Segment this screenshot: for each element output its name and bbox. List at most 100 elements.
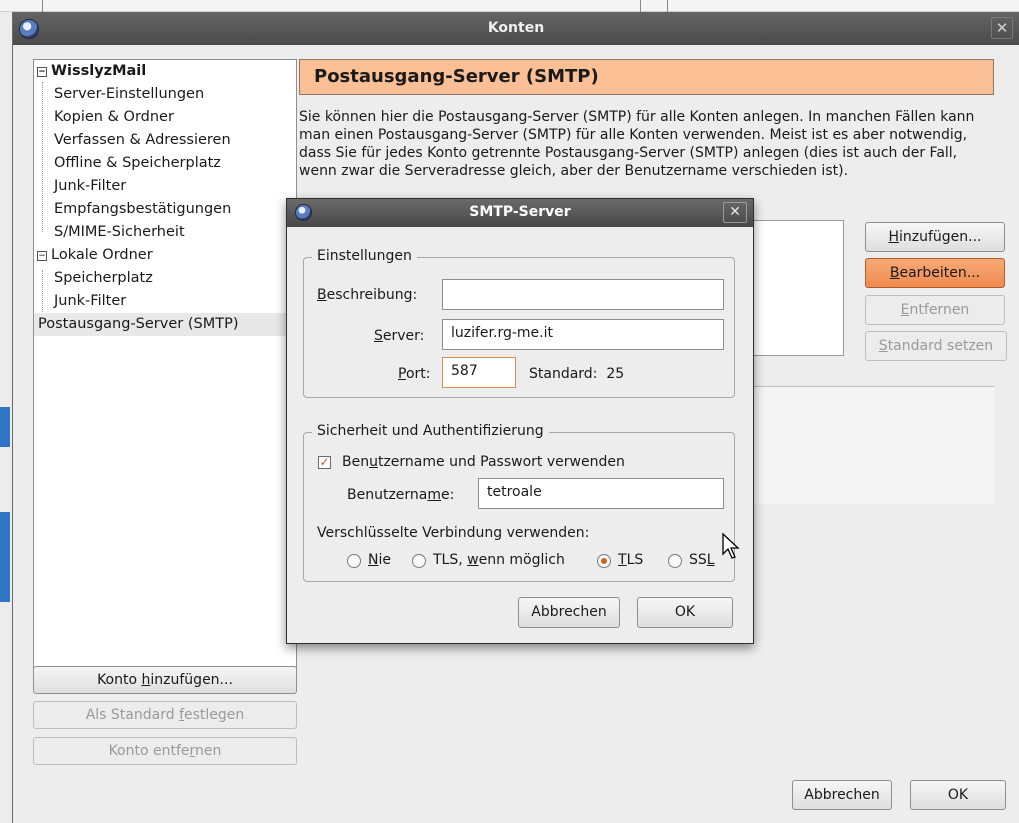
window-title: Konten: [487, 20, 545, 36]
tree-item-junk-filter-local[interactable]: Junk-Filter: [54, 290, 126, 313]
tree-item-label: Lokale Ordner: [51, 247, 153, 263]
tree-item-label: Offline & Speicherplatz: [54, 155, 221, 171]
background-window-edge: [0, 0, 1019, 12]
radio-tls-label[interactable]: TLS: [618, 552, 643, 568]
radio-ssl[interactable]: [668, 554, 682, 568]
cancel-button[interactable]: Abbrechen: [792, 780, 892, 810]
tree-item-label: Postausgang-Server (SMTP): [38, 316, 239, 332]
background-fragment: [0, 407, 10, 447]
label-text: N: [368, 552, 379, 568]
remove-account-button[interactable]: Konto entfernen: [33, 737, 297, 765]
tree-item-outgoing-server[interactable]: Postausgang-Server (SMTP): [34, 313, 296, 336]
label-text: P: [398, 366, 406, 382]
label-text: eschreibung:: [326, 287, 418, 303]
button-label: tandard setzen: [887, 338, 994, 354]
button-label: ntfernen: [909, 302, 970, 318]
panel-header: Postausgang-Server (SMTP): [299, 59, 994, 95]
tree-item-label: WisslyzMail: [51, 63, 147, 79]
tree-item-wisslyzmail[interactable]: − WisslyzMail: [34, 60, 146, 83]
label-text: tzername und Passwort verwenden: [377, 454, 625, 470]
background-window-strip: [0, 12, 12, 823]
tree-item-label: Verfassen & Adressieren: [54, 132, 231, 148]
description-label: Beschreibung:: [317, 287, 417, 303]
tree-item-receipts[interactable]: Empfangsbestätigungen: [54, 198, 231, 221]
label-text: S: [374, 328, 383, 344]
dialog-titlebar[interactable]: SMTP-Server ✕: [287, 199, 753, 227]
tree-item-local-folders[interactable]: − Lokale Ordner: [34, 244, 153, 267]
tree-item-label: Server-Einstellungen: [54, 86, 205, 102]
edit-server-button[interactable]: Bearbeiten...: [865, 258, 1005, 288]
label-text: erver:: [382, 328, 425, 344]
smtp-server-dialog: SMTP-Server ✕ Einstellungen Beschreibung…: [286, 198, 754, 644]
button-label: earbeiten...: [899, 265, 981, 281]
account-tree[interactable]: − WisslyzMail Server-Einstellungen Kopien…: [33, 59, 297, 673]
label-text: Benutzerna: [347, 487, 428, 503]
dialog-ok-button[interactable]: OK: [637, 597, 733, 628]
tree-item-smime[interactable]: S/MIME-Sicherheit: [54, 221, 185, 244]
background-divider: [640, 0, 641, 12]
panel-description: Sie können hier die Postausgang-Server (…: [299, 109, 975, 179]
remove-server-button[interactable]: Entfernen: [865, 295, 1005, 325]
username-input[interactable]: tetroale: [478, 478, 724, 509]
security-legend: Sicherheit und Authentifizierung: [312, 423, 549, 439]
use-auth-checkbox[interactable]: ✓: [318, 456, 331, 469]
label-text: T: [618, 552, 627, 568]
port-input[interactable]: 587: [442, 357, 516, 388]
button-label: inzufügen...: [899, 229, 982, 245]
tree-item-storage[interactable]: Speicherplatz: [54, 267, 153, 290]
label-text: Standard:: [529, 366, 598, 382]
use-auth-label[interactable]: Benutzername und Passwort verwenden: [342, 454, 625, 470]
tree-item-label: S/MIME-Sicherheit: [54, 224, 185, 240]
button-label: S: [878, 338, 888, 354]
label-text: m: [427, 487, 442, 503]
label-text: LS: [626, 552, 644, 568]
add-account-button[interactable]: Konto hinzufügen...: [33, 666, 297, 694]
panel-title: Postausgang-Server (SMTP): [314, 66, 599, 87]
server-input[interactable]: luzifer.rg-me.it: [442, 319, 724, 350]
label-text: w: [467, 552, 479, 568]
server-label: Server:: [374, 328, 424, 344]
radio-none-label[interactable]: Nie: [368, 552, 391, 568]
tree-item-label: Junk-Filter: [54, 178, 127, 194]
radio-none[interactable]: [347, 554, 361, 568]
default-port-value: 25: [606, 366, 625, 382]
label-text: ie: [378, 552, 391, 568]
description-input[interactable]: [442, 279, 724, 310]
collapse-icon[interactable]: −: [37, 251, 47, 261]
radio-ssl-label[interactable]: SSL: [689, 552, 715, 568]
tree-guide: [42, 82, 43, 232]
encryption-label: Verschlüsselte Verbindung verwenden:: [317, 525, 590, 541]
label-text: ort:: [405, 366, 431, 382]
button-label: E: [900, 302, 910, 318]
label-text: e:: [441, 487, 455, 503]
settings-legend: Einstellungen: [312, 248, 417, 264]
security-group: Sicherheit und Authentifizierung ✓ Benut…: [303, 423, 735, 582]
button-label: H: [888, 229, 899, 245]
label-text: TLS,: [433, 552, 468, 568]
tree-item-copies-folders[interactable]: Kopien & Ordner: [54, 106, 174, 129]
radio-tls-if-available-label[interactable]: TLS, wenn möglich: [433, 552, 565, 568]
tree-item-composition[interactable]: Verfassen & Adressieren: [54, 129, 231, 152]
ok-button[interactable]: OK: [910, 780, 1006, 810]
button-label: nen: [195, 743, 222, 759]
radio-tls-if-available[interactable]: [412, 554, 426, 568]
tree-item-server-settings[interactable]: Server-Einstellungen: [54, 83, 204, 106]
background-fragment: [0, 512, 10, 602]
tree-item-label: Speicherplatz: [54, 270, 153, 286]
tree-item-label: Junk-Filter: [54, 293, 127, 309]
tree-item-label: Empfangsbestätigungen: [54, 201, 232, 217]
set-default-button[interactable]: Als Standard festlegen: [33, 701, 297, 729]
label-text: Ben: [342, 454, 370, 470]
tree-item-offline-storage[interactable]: Offline & Speicherplatz: [54, 152, 221, 175]
username-label: Benutzername:: [347, 487, 454, 503]
tree-item-junk-filter[interactable]: Junk-Filter: [54, 175, 126, 198]
add-server-button[interactable]: Hinzufügen...: [865, 222, 1005, 252]
set-default-server-button[interactable]: Standard setzen: [865, 331, 1007, 361]
label-text: SS: [689, 552, 707, 568]
window-titlebar[interactable]: Konten ✕: [13, 12, 1019, 45]
radio-tls[interactable]: [597, 554, 611, 568]
dialog-cancel-button[interactable]: Abbrechen: [518, 597, 620, 628]
close-icon[interactable]: ✕: [723, 202, 747, 223]
close-icon[interactable]: ✕: [991, 17, 1013, 39]
collapse-icon[interactable]: −: [37, 67, 47, 77]
